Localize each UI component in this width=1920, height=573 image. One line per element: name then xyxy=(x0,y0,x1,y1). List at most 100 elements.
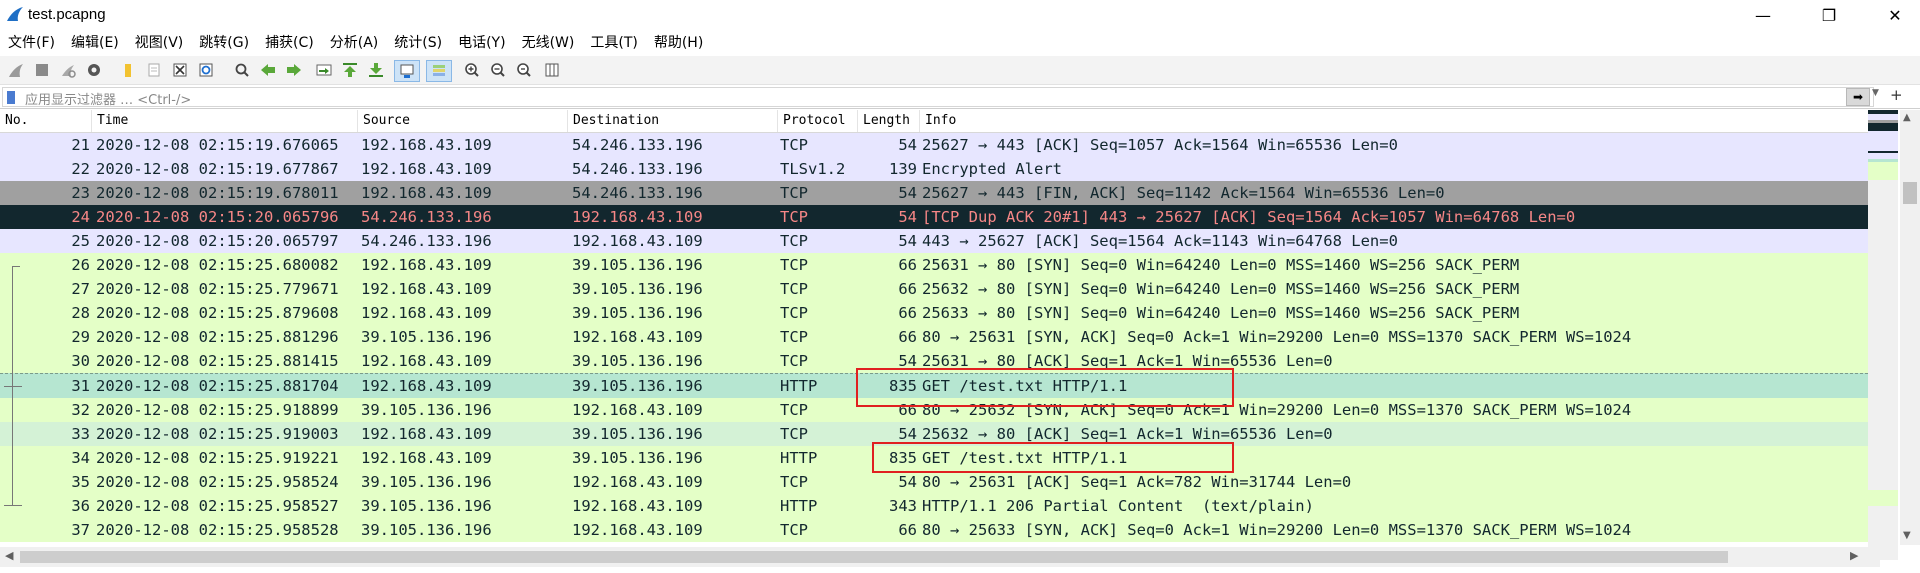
menu-view[interactable]: 视图(V) xyxy=(127,32,192,52)
reload-icon[interactable] xyxy=(196,60,216,80)
cell-protocol: TCP xyxy=(780,425,808,443)
cell-protocol: TCP xyxy=(780,256,808,274)
cell-source: 192.168.43.109 xyxy=(361,304,492,322)
column-protocol[interactable]: Protocol xyxy=(778,110,858,132)
cell-info: [TCP Dup ACK 20#1] 443 → 25627 [ACK] Seq… xyxy=(922,208,1576,226)
first-packet-icon[interactable] xyxy=(340,60,360,80)
menu-capture[interactable]: 捕获(C) xyxy=(257,32,322,52)
menu-file[interactable]: 文件(F) xyxy=(0,32,63,52)
cell-time: 2020-12-08 02:15:19.677867 xyxy=(96,160,339,178)
cell-no: 30 xyxy=(71,352,90,370)
table-row[interactable]: 22 2020-12-08 02:15:19.677867 192.168.43.1… xyxy=(0,157,1868,181)
scroll-left-icon[interactable]: ◀ xyxy=(5,549,13,562)
cell-protocol: TCP xyxy=(780,401,808,419)
maximize-button[interactable]: ❐ xyxy=(1806,0,1852,30)
cell-destination: 39.105.136.196 xyxy=(572,377,703,395)
apply-filter-button[interactable]: ➡ xyxy=(1846,88,1870,106)
colorize-icon[interactable] xyxy=(426,60,452,82)
bookmark-icon[interactable] xyxy=(7,91,15,104)
table-row[interactable]: 23 2020-12-08 02:15:19.678011 192.168.43.1… xyxy=(0,181,1868,205)
menu-telephony[interactable]: 电话(Y) xyxy=(450,32,513,52)
menu-statistics[interactable]: 统计(S) xyxy=(386,32,450,52)
cell-length: 54 xyxy=(898,473,917,491)
add-filter-button[interactable]: + xyxy=(1890,86,1903,104)
column-destination[interactable]: Destination xyxy=(568,110,778,132)
table-row[interactable]: 21 2020-12-08 02:15:19.676065 192.168.43.1… xyxy=(0,133,1868,157)
cell-length: 54 xyxy=(898,184,917,202)
cell-destination: 54.246.133.196 xyxy=(572,160,703,178)
resize-columns-icon[interactable] xyxy=(542,60,562,80)
find-icon[interactable] xyxy=(232,60,252,80)
cell-info: Encrypted Alert xyxy=(922,160,1062,178)
table-row[interactable]: 29 2020-12-08 02:15:25.881296 39.105.136.1… xyxy=(0,325,1868,349)
cell-time: 2020-12-08 02:15:25.919003 xyxy=(96,425,339,443)
close-button[interactable]: ✕ xyxy=(1872,0,1918,30)
cell-length: 54 xyxy=(898,208,917,226)
display-filter-input[interactable]: 应用显示过滤器 … <Ctrl-/> xyxy=(2,87,1874,108)
scroll-down-icon[interactable]: ▼ xyxy=(1903,530,1911,541)
options-gear-icon[interactable] xyxy=(84,60,104,80)
minimize-button[interactable]: — xyxy=(1740,0,1786,30)
stop-icon[interactable] xyxy=(32,60,52,80)
chevron-down-icon[interactable]: ▼ xyxy=(1872,88,1879,98)
menu-help[interactable]: 帮助(H) xyxy=(646,32,711,52)
table-row[interactable]: 28 2020-12-08 02:15:25.879608 192.168.43.1… xyxy=(0,301,1868,325)
column-info[interactable]: Info xyxy=(920,110,1868,132)
column-time[interactable]: Time xyxy=(92,110,358,132)
cell-no: 33 xyxy=(71,425,90,443)
cell-protocol: HTTP xyxy=(780,497,818,515)
cell-no: 25 xyxy=(71,232,90,250)
file-icon[interactable] xyxy=(144,60,164,80)
scroll-up-icon[interactable]: ▲ xyxy=(1903,112,1911,123)
packet-minimap[interactable] xyxy=(1868,110,1898,560)
cell-destination: 39.105.136.196 xyxy=(572,425,703,443)
related-packet-arrow xyxy=(4,386,22,387)
related-packet-tick xyxy=(12,266,20,267)
restart-icon[interactable] xyxy=(58,60,78,80)
cell-info: 80 → 25631 [ACK] Seq=1 Ack=782 Win=31744… xyxy=(922,473,1352,491)
column-no[interactable]: No. xyxy=(0,110,92,132)
cell-source: 192.168.43.109 xyxy=(361,377,492,395)
column-length[interactable]: Length xyxy=(858,110,920,132)
cell-time: 2020-12-08 02:15:25.958528 xyxy=(96,521,339,539)
cell-destination: 192.168.43.109 xyxy=(572,497,703,515)
window-title: test.pcapng xyxy=(28,6,106,23)
cell-length: 66 xyxy=(898,521,917,539)
table-row[interactable]: 25 2020-12-08 02:15:20.065797 54.246.133.1… xyxy=(0,229,1868,253)
close-file-icon[interactable] xyxy=(170,60,190,80)
vertical-scrollbar[interactable] xyxy=(1900,110,1920,545)
cell-info: 25627 → 443 [FIN, ACK] Seq=1142 Ack=1564… xyxy=(922,184,1445,202)
zoom-in-icon[interactable] xyxy=(462,60,482,80)
go-forward-icon[interactable] xyxy=(284,60,304,80)
column-source[interactable]: Source xyxy=(358,110,568,132)
table-row[interactable]: 24 2020-12-08 02:15:20.065796 54.246.133.1… xyxy=(0,205,1868,229)
cell-source: 192.168.43.109 xyxy=(361,280,492,298)
cell-source: 54.246.133.196 xyxy=(361,208,492,226)
autoscroll-icon[interactable] xyxy=(394,60,420,82)
cell-no: 34 xyxy=(71,449,90,467)
shark-fin-start-icon[interactable] xyxy=(6,60,26,80)
zoom-out-icon[interactable] xyxy=(488,60,508,80)
go-back-icon[interactable] xyxy=(258,60,278,80)
table-row[interactable]: 27 2020-12-08 02:15:25.779671 192.168.43.1… xyxy=(0,277,1868,301)
cell-time: 2020-12-08 02:15:20.065796 xyxy=(96,208,339,226)
cell-length: 66 xyxy=(898,256,917,274)
menu-analyze[interactable]: 分析(A) xyxy=(322,32,387,52)
go-to-packet-icon[interactable] xyxy=(314,60,334,80)
menu-go[interactable]: 跳转(G) xyxy=(191,32,257,52)
vertical-scrollbar-thumb[interactable] xyxy=(1903,182,1917,204)
last-packet-icon[interactable] xyxy=(366,60,386,80)
scroll-right-icon[interactable]: ▶ xyxy=(1850,549,1858,562)
menu-wireless[interactable]: 无线(W) xyxy=(514,32,583,52)
cell-source: 192.168.43.109 xyxy=(361,449,492,467)
table-row[interactable]: 36 2020-12-08 02:15:25.958527 39.105.136.1… xyxy=(0,494,1868,518)
cell-source: 39.105.136.196 xyxy=(361,401,492,419)
normal-size-icon[interactable] xyxy=(514,60,534,80)
menu-tools[interactable]: 工具(T) xyxy=(582,32,645,52)
menu-edit[interactable]: 编辑(E) xyxy=(63,32,127,52)
open-folder-icon[interactable] xyxy=(118,60,138,80)
table-row[interactable]: 37 2020-12-08 02:15:25.958528 39.105.136.1… xyxy=(0,518,1868,542)
horizontal-scrollbar-thumb[interactable] xyxy=(20,551,1728,563)
table-row[interactable]: 35 2020-12-08 02:15:25.958524 39.105.136.1… xyxy=(0,470,1868,494)
table-row[interactable]: 26 2020-12-08 02:15:25.680082 192.168.43.1… xyxy=(0,253,1868,277)
